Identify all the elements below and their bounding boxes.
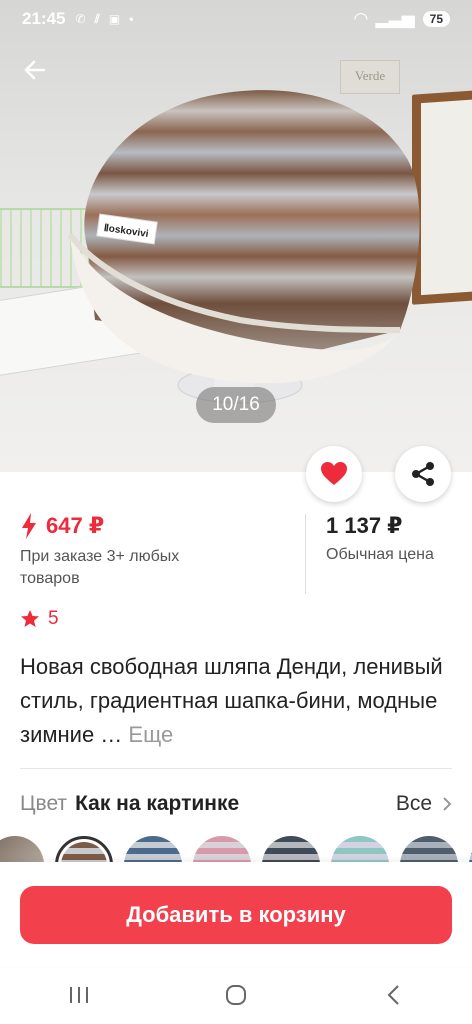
- product-title-text: Новая свободная шляпа Денди, ленивый сти…: [20, 654, 443, 747]
- chevron-left-icon: [387, 985, 400, 1005]
- color-selector-header: Цвет Как на картинке Все: [20, 788, 452, 820]
- home-circle-icon: [225, 985, 246, 1005]
- promo-price: 647 ₽: [46, 513, 105, 538]
- divider: [20, 768, 452, 769]
- gallery-counter: 10/16: [196, 387, 276, 423]
- regular-price-label: Обычная цена: [326, 546, 434, 563]
- promo-price-note: При заказе 3+ любых товаров: [20, 548, 180, 587]
- rating-value: 5: [48, 608, 59, 629]
- home-button[interactable]: [206, 975, 266, 1015]
- see-all-colors-button[interactable]: Все: [396, 792, 452, 816]
- arrow-left-icon: [24, 60, 46, 80]
- favorite-button[interactable]: [306, 446, 362, 502]
- status-time: 21:45: [22, 9, 66, 28]
- battery-indicator: 75: [422, 11, 450, 27]
- product-image-gallery[interactable]: Verde Ⅱoskovivi 21:45 ✆ ⫽ ▣ • ◠ ▂▃▅ 75 1…: [0, 0, 472, 472]
- message-icon: ▣: [108, 12, 121, 26]
- lightning-icon: [22, 513, 36, 539]
- dot-icon: •: [129, 12, 134, 26]
- back-button[interactable]: [20, 55, 50, 85]
- recent-apps-icon: [69, 987, 88, 1003]
- product-title[interactable]: Новая свободная шляпа Денди, ленивый сти…: [20, 650, 452, 752]
- color-value: Как на картинке: [75, 792, 240, 815]
- share-icon: [412, 462, 434, 486]
- signal-icon: ▂▃▅: [375, 9, 415, 28]
- data-saver-icon: ⫽: [94, 11, 100, 26]
- star-icon: [21, 610, 39, 627]
- notification-icon: ✆: [75, 12, 86, 26]
- price-section: 647 ₽ При заказе 3+ любых товаров 1 137 …: [20, 510, 452, 594]
- wifi-icon: ◠: [354, 9, 368, 28]
- status-bar: 21:45 ✆ ⫽ ▣ • ◠ ▂▃▅ 75: [0, 0, 472, 38]
- chevron-right-icon: [443, 797, 452, 811]
- regular-price: 1 137 ₽: [326, 513, 403, 538]
- share-button[interactable]: [395, 446, 451, 502]
- recent-apps-button[interactable]: [49, 975, 109, 1015]
- color-label: Цвет: [20, 792, 68, 815]
- system-navigation-bar: [0, 966, 472, 1024]
- system-back-button[interactable]: [363, 975, 423, 1015]
- heart-icon: [321, 462, 347, 485]
- add-to-cart-button[interactable]: Добавить в корзину: [20, 886, 452, 944]
- rating[interactable]: 5: [20, 608, 59, 630]
- see-all-label: Все: [395, 792, 432, 815]
- show-more-link[interactable]: Еще: [128, 722, 173, 747]
